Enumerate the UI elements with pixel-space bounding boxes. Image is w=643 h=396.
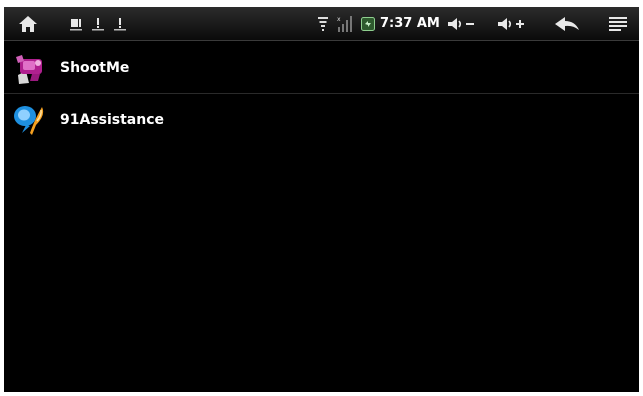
signal-icon: x xyxy=(337,16,352,32)
notification-usb-debug-icon xyxy=(114,18,126,31)
volume-up-button[interactable] xyxy=(494,7,528,41)
volume-down-icon xyxy=(448,18,474,30)
battery-icon xyxy=(361,17,375,31)
menu-icon xyxy=(609,17,627,31)
svg-text:x: x xyxy=(337,16,341,23)
back-icon xyxy=(555,17,579,31)
wifi-indicator xyxy=(316,7,330,41)
volume-down-button[interactable] xyxy=(444,7,478,41)
shootme-app-icon xyxy=(16,55,42,84)
volume-up-icon xyxy=(498,18,524,30)
app-list: ShootMe 91Assistance xyxy=(4,42,639,146)
menu-button[interactable] xyxy=(606,7,630,41)
app-label-shootme: ShootMe xyxy=(60,60,130,76)
status-clock: 7:37 AM xyxy=(380,16,440,31)
battery-indicator xyxy=(360,7,376,41)
wifi-icon xyxy=(318,17,328,31)
status-bar: x 7:37 AM xyxy=(4,7,639,41)
notification-screenshot-icon xyxy=(70,19,82,31)
notification-usb-icon xyxy=(92,18,104,31)
notification-usb-debug[interactable] xyxy=(112,7,128,41)
back-button[interactable] xyxy=(550,7,584,41)
home-button[interactable] xyxy=(14,7,42,41)
list-item-shootme[interactable]: ShootMe xyxy=(4,42,639,94)
device-screen: x 7:37 AM ShootMe 91Assistance xyxy=(4,7,639,392)
notification-usb[interactable] xyxy=(90,7,106,41)
app-label-91assistance: 91Assistance xyxy=(60,112,165,128)
notification-screenshot[interactable] xyxy=(68,7,84,41)
signal-indicator: x xyxy=(336,7,354,41)
list-item-91assistance[interactable]: 91Assistance xyxy=(4,94,639,146)
home-icon xyxy=(19,16,37,32)
91assistance-app-icon xyxy=(14,106,44,135)
